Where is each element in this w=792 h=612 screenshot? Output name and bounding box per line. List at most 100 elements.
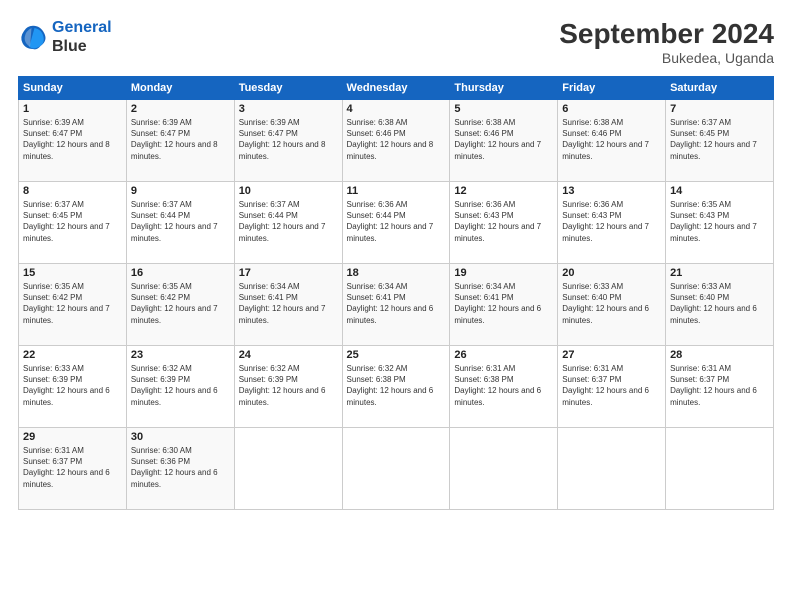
- day-number: 29: [23, 431, 122, 443]
- day-number: 10: [239, 185, 338, 197]
- calendar-header: SundayMondayTuesdayWednesdayThursdayFrid…: [19, 77, 774, 100]
- calendar-cell: [666, 428, 774, 510]
- calendar-week-2: 8 Sunrise: 6:37 AMSunset: 6:45 PMDaylight…: [19, 182, 774, 264]
- day-info: Sunrise: 6:37 AMSunset: 6:44 PMDaylight:…: [239, 199, 338, 244]
- day-info: Sunrise: 6:37 AMSunset: 6:45 PMDaylight:…: [670, 117, 769, 162]
- calendar-cell: 17Sunrise: 6:34 AMSunset: 6:41 PMDayligh…: [234, 264, 342, 346]
- calendar-cell: 25 Sunrise: 6:32 AMSunset: 6:38 PMDayligh…: [342, 346, 450, 428]
- calendar-cell: 20 Sunrise: 6:33 AMSunset: 6:40 PMDayligh…: [558, 264, 666, 346]
- day-number: 13: [562, 185, 661, 197]
- calendar-cell: 3 Sunrise: 6:39 AMSunset: 6:47 PMDaylight…: [234, 100, 342, 182]
- day-info: Sunrise: 6:39 AMSunset: 6:47 PMDaylight:…: [23, 117, 122, 162]
- day-info: Sunrise: 6:30 AMSunset: 6:36 PMDaylight:…: [131, 445, 230, 490]
- calendar-cell: 16Sunrise: 6:35 AMSunset: 6:42 PMDayligh…: [126, 264, 234, 346]
- day-info: Sunrise: 6:38 AMSunset: 6:46 PMDaylight:…: [347, 117, 446, 162]
- calendar-cell: 22 Sunrise: 6:33 AMSunset: 6:39 PMDayligh…: [19, 346, 127, 428]
- day-info: Sunrise: 6:38 AMSunset: 6:46 PMDaylight:…: [562, 117, 661, 162]
- calendar-cell: 29 Sunrise: 6:31 AMSunset: 6:37 PMDayligh…: [19, 428, 127, 510]
- day-info: Sunrise: 6:36 AMSunset: 6:44 PMDaylight:…: [347, 199, 446, 244]
- day-number: 24: [239, 349, 338, 361]
- day-info: Sunrise: 6:31 AMSunset: 6:37 PMDaylight:…: [23, 445, 122, 490]
- day-number: 16: [131, 267, 230, 279]
- day-number: 6: [562, 103, 661, 115]
- calendar-cell: 5 Sunrise: 6:38 AMSunset: 6:46 PMDaylight…: [450, 100, 558, 182]
- day-number: 22: [23, 349, 122, 361]
- calendar-cell: 12 Sunrise: 6:36 AMSunset: 6:43 PMDayligh…: [450, 182, 558, 264]
- day-number: 20: [562, 267, 661, 279]
- calendar-cell: 10 Sunrise: 6:37 AMSunset: 6:44 PMDayligh…: [234, 182, 342, 264]
- day-number: 4: [347, 103, 446, 115]
- day-info: Sunrise: 6:33 AMSunset: 6:40 PMDaylight:…: [562, 281, 661, 326]
- day-number: 8: [23, 185, 122, 197]
- calendar-cell: 2 Sunrise: 6:39 AMSunset: 6:47 PMDaylight…: [126, 100, 234, 182]
- weekday-header-monday: Monday: [126, 77, 234, 100]
- calendar-cell: [234, 428, 342, 510]
- weekday-header-row: SundayMondayTuesdayWednesdayThursdayFrid…: [19, 77, 774, 100]
- weekday-header-thursday: Thursday: [450, 77, 558, 100]
- calendar-cell: 18 Sunrise: 6:34 AMSunset: 6:41 PMDayligh…: [342, 264, 450, 346]
- day-info: Sunrise: 6:36 AMSunset: 6:43 PMDaylight:…: [454, 199, 553, 244]
- day-info: Sunrise: 6:39 AMSunset: 6:47 PMDaylight:…: [131, 117, 230, 162]
- calendar-cell: 11 Sunrise: 6:36 AMSunset: 6:44 PMDayligh…: [342, 182, 450, 264]
- day-info: Sunrise: 6:32 AMSunset: 6:39 PMDaylight:…: [239, 363, 338, 408]
- main-title: September 2024: [559, 18, 774, 50]
- title-block: September 2024 Bukedea, Uganda: [559, 18, 774, 66]
- calendar-cell: 28Sunrise: 6:31 AMSunset: 6:37 PMDayligh…: [666, 346, 774, 428]
- day-info: Sunrise: 6:31 AMSunset: 6:37 PMDaylight:…: [562, 363, 661, 408]
- calendar-cell: [450, 428, 558, 510]
- day-number: 18: [347, 267, 446, 279]
- calendar-cell: 24 Sunrise: 6:32 AMSunset: 6:39 PMDayligh…: [234, 346, 342, 428]
- weekday-header-tuesday: Tuesday: [234, 77, 342, 100]
- logo-icon: [18, 22, 48, 52]
- day-info: Sunrise: 6:39 AMSunset: 6:47 PMDaylight:…: [239, 117, 338, 162]
- day-info: Sunrise: 6:37 AMSunset: 6:45 PMDaylight:…: [23, 199, 122, 244]
- day-number: 9: [131, 185, 230, 197]
- calendar-cell: 4 Sunrise: 6:38 AMSunset: 6:46 PMDaylight…: [342, 100, 450, 182]
- day-number: 25: [347, 349, 446, 361]
- day-info: Sunrise: 6:32 AMSunset: 6:38 PMDaylight:…: [347, 363, 446, 408]
- calendar-cell: 23Sunrise: 6:32 AMSunset: 6:39 PMDayligh…: [126, 346, 234, 428]
- day-info: Sunrise: 6:38 AMSunset: 6:46 PMDaylight:…: [454, 117, 553, 162]
- day-number: 30: [131, 431, 230, 443]
- day-number: 11: [347, 185, 446, 197]
- calendar-cell: 6 Sunrise: 6:38 AMSunset: 6:46 PMDaylight…: [558, 100, 666, 182]
- day-number: 3: [239, 103, 338, 115]
- day-number: 15: [23, 267, 122, 279]
- day-info: Sunrise: 6:33 AMSunset: 6:39 PMDaylight:…: [23, 363, 122, 408]
- logo: General Blue: [18, 18, 112, 56]
- calendar-cell: 9 Sunrise: 6:37 AMSunset: 6:44 PMDaylight…: [126, 182, 234, 264]
- logo-line2: Blue: [52, 37, 112, 56]
- weekday-header-wednesday: Wednesday: [342, 77, 450, 100]
- calendar-week-3: 15 Sunrise: 6:35 AMSunset: 6:42 PMDayligh…: [19, 264, 774, 346]
- calendar-cell: [558, 428, 666, 510]
- day-number: 2: [131, 103, 230, 115]
- day-number: 1: [23, 103, 122, 115]
- calendar-cell: 30 Sunrise: 6:30 AMSunset: 6:36 PMDayligh…: [126, 428, 234, 510]
- day-info: Sunrise: 6:31 AMSunset: 6:37 PMDaylight:…: [670, 363, 769, 408]
- day-number: 12: [454, 185, 553, 197]
- calendar: SundayMondayTuesdayWednesdayThursdayFrid…: [18, 76, 774, 510]
- calendar-cell: 19Sunrise: 6:34 AMSunset: 6:41 PMDayligh…: [450, 264, 558, 346]
- calendar-cell: 26Sunrise: 6:31 AMSunset: 6:38 PMDayligh…: [450, 346, 558, 428]
- day-number: 19: [454, 267, 553, 279]
- header: General Blue September 2024 Bukedea, Uga…: [18, 18, 774, 66]
- calendar-cell: 15 Sunrise: 6:35 AMSunset: 6:42 PMDayligh…: [19, 264, 127, 346]
- day-number: 26: [454, 349, 553, 361]
- logo-text: General Blue: [52, 18, 112, 56]
- calendar-cell: 21Sunrise: 6:33 AMSunset: 6:40 PMDayligh…: [666, 264, 774, 346]
- weekday-header-saturday: Saturday: [666, 77, 774, 100]
- day-info: Sunrise: 6:32 AMSunset: 6:39 PMDaylight:…: [131, 363, 230, 408]
- day-info: Sunrise: 6:36 AMSunset: 6:43 PMDaylight:…: [562, 199, 661, 244]
- day-info: Sunrise: 6:35 AMSunset: 6:43 PMDaylight:…: [670, 199, 769, 244]
- day-number: 27: [562, 349, 661, 361]
- calendar-cell: [342, 428, 450, 510]
- page: General Blue September 2024 Bukedea, Uga…: [0, 0, 792, 612]
- calendar-week-4: 22 Sunrise: 6:33 AMSunset: 6:39 PMDayligh…: [19, 346, 774, 428]
- day-info: Sunrise: 6:34 AMSunset: 6:41 PMDaylight:…: [347, 281, 446, 326]
- day-number: 17: [239, 267, 338, 279]
- day-info: Sunrise: 6:37 AMSunset: 6:44 PMDaylight:…: [131, 199, 230, 244]
- calendar-cell: 7Sunrise: 6:37 AMSunset: 6:45 PMDaylight…: [666, 100, 774, 182]
- calendar-cell: 1 Sunrise: 6:39 AMSunset: 6:47 PMDaylight…: [19, 100, 127, 182]
- day-info: Sunrise: 6:35 AMSunset: 6:42 PMDaylight:…: [23, 281, 122, 326]
- day-number: 5: [454, 103, 553, 115]
